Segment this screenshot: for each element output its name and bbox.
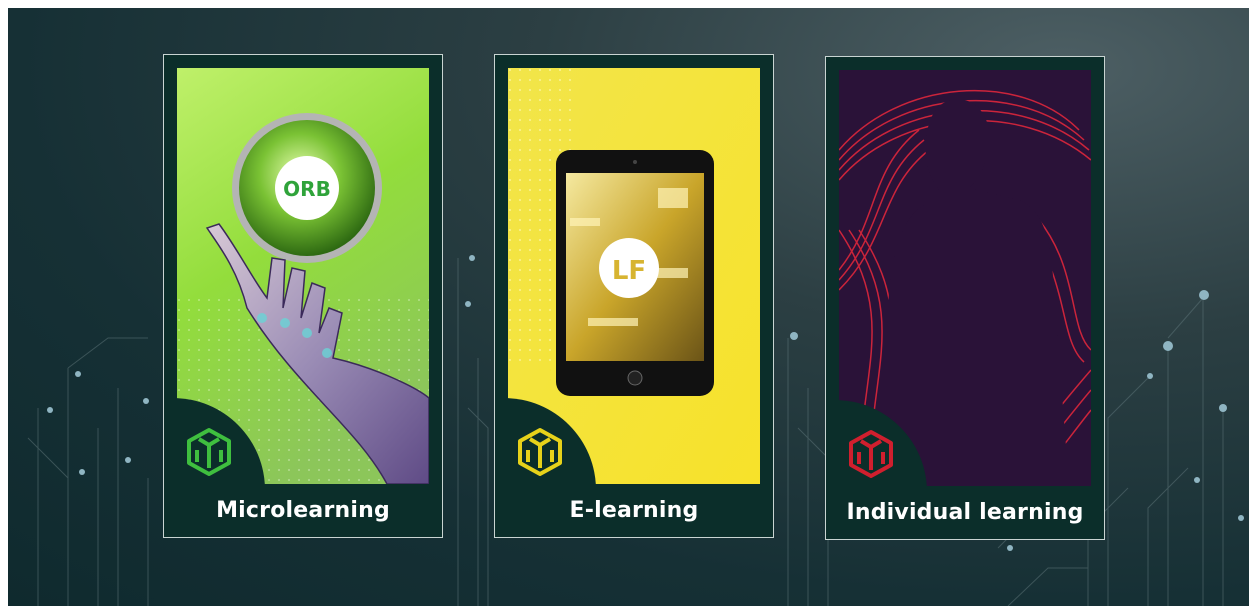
banner-background: ORB Microlearning LF E-learning Individu… bbox=[8, 8, 1249, 606]
individual-learning-card[interactable]: Individual learning bbox=[825, 56, 1105, 540]
brand-cube-icon bbox=[518, 428, 562, 476]
card-title: Individual learning bbox=[846, 500, 1084, 525]
lf-logo-text: LF bbox=[612, 256, 646, 286]
microlearning-card[interactable]: ORB Microlearning bbox=[163, 54, 443, 538]
individual-learning-artwork bbox=[839, 70, 1091, 486]
brand-cube-icon bbox=[849, 430, 893, 478]
e-learning-card[interactable]: LF E-learning bbox=[494, 54, 774, 538]
e-learning-artwork: LF bbox=[508, 68, 760, 484]
orb-logo-text: ORB bbox=[283, 177, 331, 201]
card-title: Microlearning bbox=[216, 498, 390, 523]
card-title: E-learning bbox=[569, 498, 699, 523]
microlearning-artwork: ORB bbox=[177, 68, 429, 484]
brand-cube-icon bbox=[187, 428, 231, 476]
